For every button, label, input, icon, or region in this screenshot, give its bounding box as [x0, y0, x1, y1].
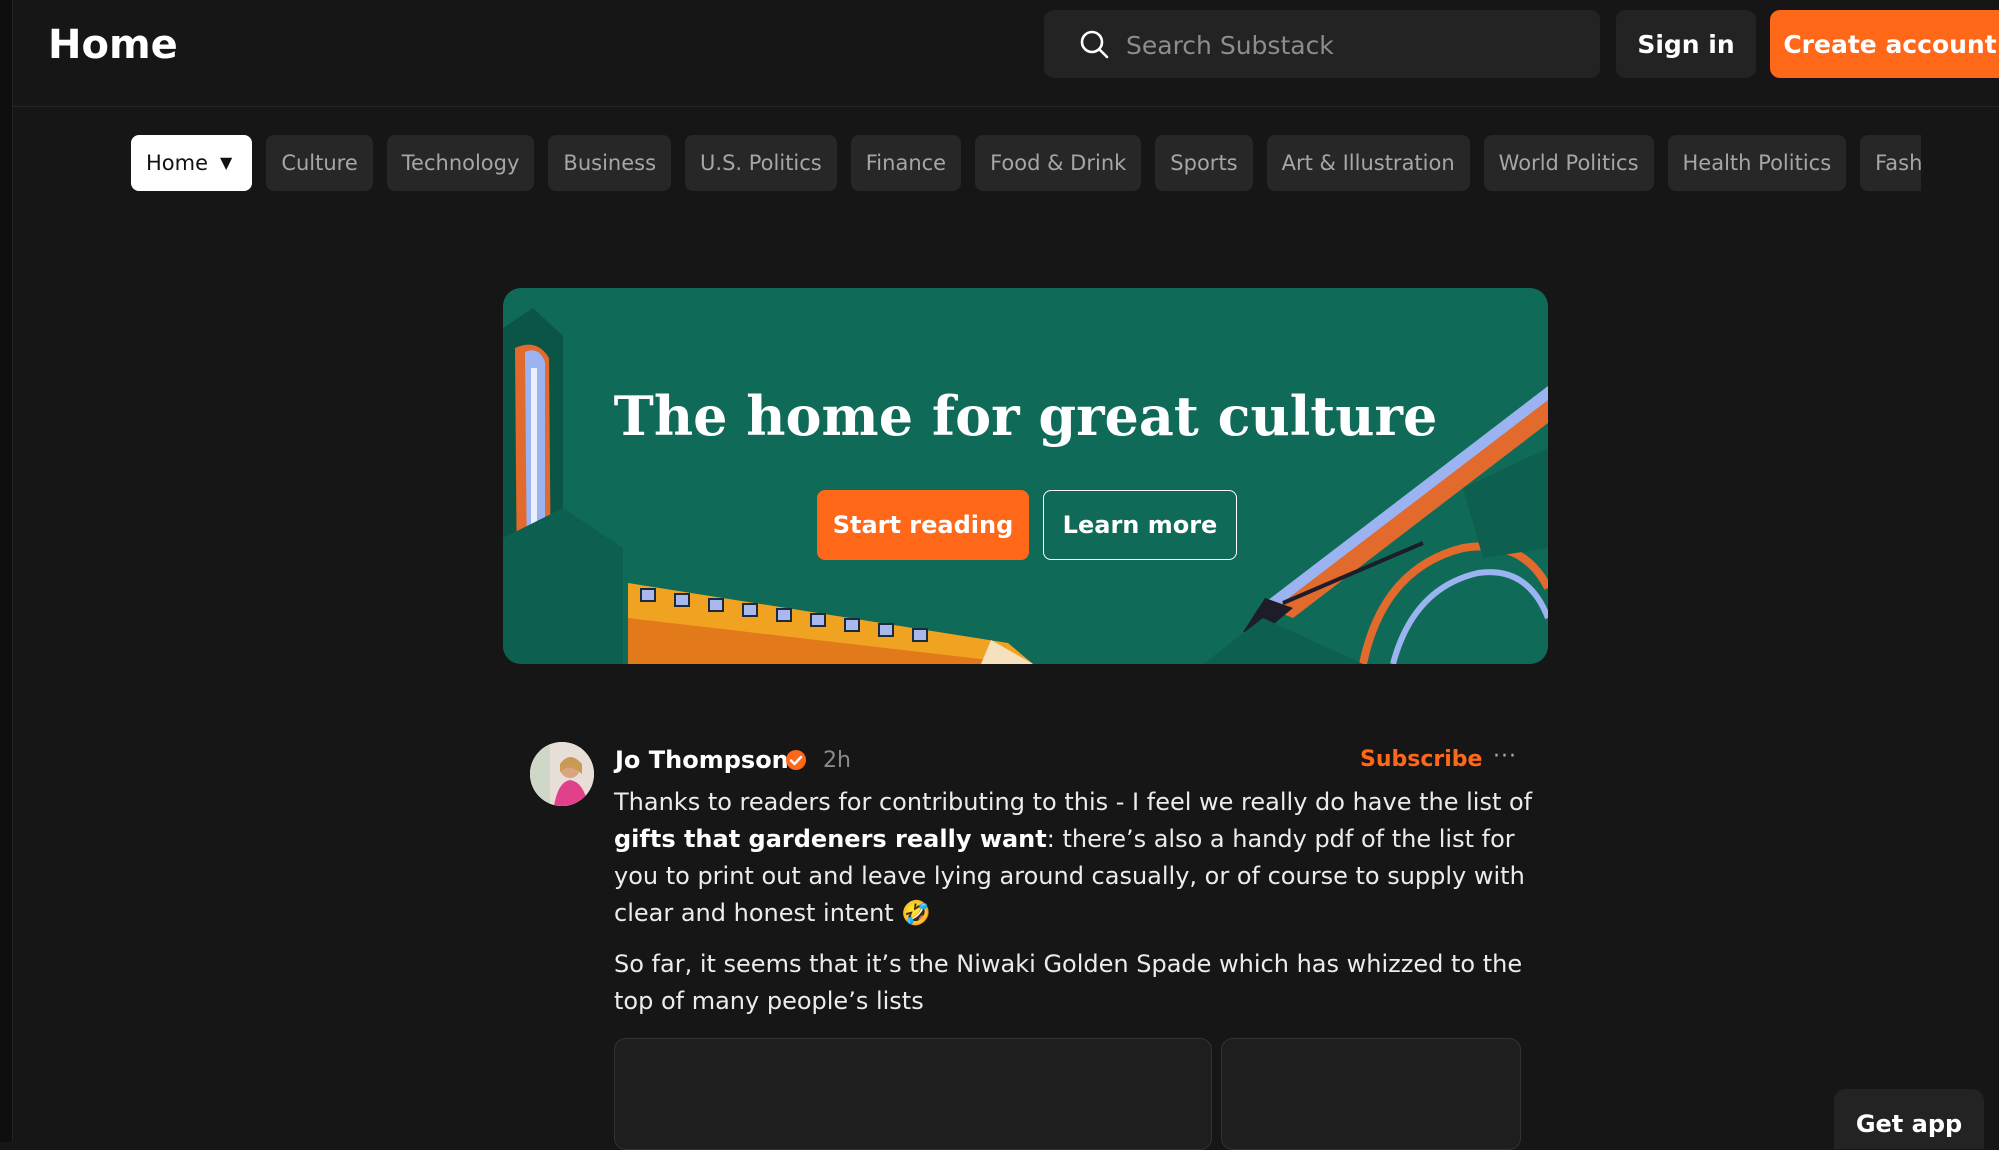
post-paragraph: So far, it seems that it’s the Niwaki Go…: [614, 950, 1523, 1015]
category-sports[interactable]: Sports: [1155, 135, 1253, 191]
category-food-drink[interactable]: Food & Drink: [975, 135, 1142, 191]
start-reading-button[interactable]: Start reading: [817, 490, 1029, 560]
caret-down-icon: ▼: [220, 153, 233, 172]
hero-illustration: [503, 308, 1548, 664]
author-name[interactable]: Jo Thompson: [615, 742, 789, 778]
learn-more-button[interactable]: Learn more: [1043, 490, 1237, 560]
category-bar: Home ▼ Culture Technology Business U.S. P…: [131, 135, 1921, 191]
post-paragraph: Thanks to readers for contributing to th…: [614, 784, 1534, 932]
more-options-icon[interactable]: ···: [1493, 742, 1517, 772]
get-app-button[interactable]: Get app: [1834, 1089, 1984, 1149]
category-health-politics[interactable]: Health Politics: [1667, 135, 1847, 191]
sign-in-button[interactable]: Sign in: [1616, 10, 1756, 78]
category-world-politics[interactable]: World Politics: [1483, 135, 1654, 191]
post-body: Thanks to readers for contributing to th…: [614, 784, 1534, 1034]
category-finance[interactable]: Finance: [850, 135, 962, 191]
page-title: Home: [48, 22, 178, 68]
category-business[interactable]: Business: [548, 135, 672, 191]
search-box[interactable]: [1044, 10, 1600, 78]
post-attachment[interactable]: [614, 1038, 1212, 1150]
hero-banner: The home for great culture Start reading…: [503, 288, 1548, 664]
category-label: Home: [146, 151, 209, 175]
avatar-image: [530, 742, 594, 806]
post-text-bold: gifts that gardeners really want: [614, 825, 1047, 853]
hero-title: The home for great culture: [613, 384, 1438, 448]
category-us-politics[interactable]: U.S. Politics: [685, 135, 837, 191]
left-rail: [0, 0, 13, 1142]
top-bar: Home Sign in Create account: [13, 0, 1999, 107]
post-text-span: Thanks to readers for contributing to th…: [614, 788, 1533, 816]
category-art-illustration[interactable]: Art & Illustration: [1266, 135, 1470, 191]
category-technology[interactable]: Technology: [386, 135, 535, 191]
search-icon: [1080, 30, 1109, 59]
post-attachment[interactable]: [1221, 1038, 1521, 1150]
search-input[interactable]: [1124, 20, 1578, 70]
category-culture[interactable]: Culture: [266, 135, 373, 191]
subscribe-button[interactable]: Subscribe: [1360, 742, 1482, 778]
avatar[interactable]: [530, 742, 594, 806]
category-home-dropdown[interactable]: Home ▼: [131, 135, 253, 191]
category-fashion[interactable]: Fashi: [1860, 135, 1921, 191]
verified-badge-icon: [786, 750, 806, 770]
post-timestamp: 2h: [823, 748, 851, 773]
create-account-button[interactable]: Create account: [1770, 10, 1999, 78]
